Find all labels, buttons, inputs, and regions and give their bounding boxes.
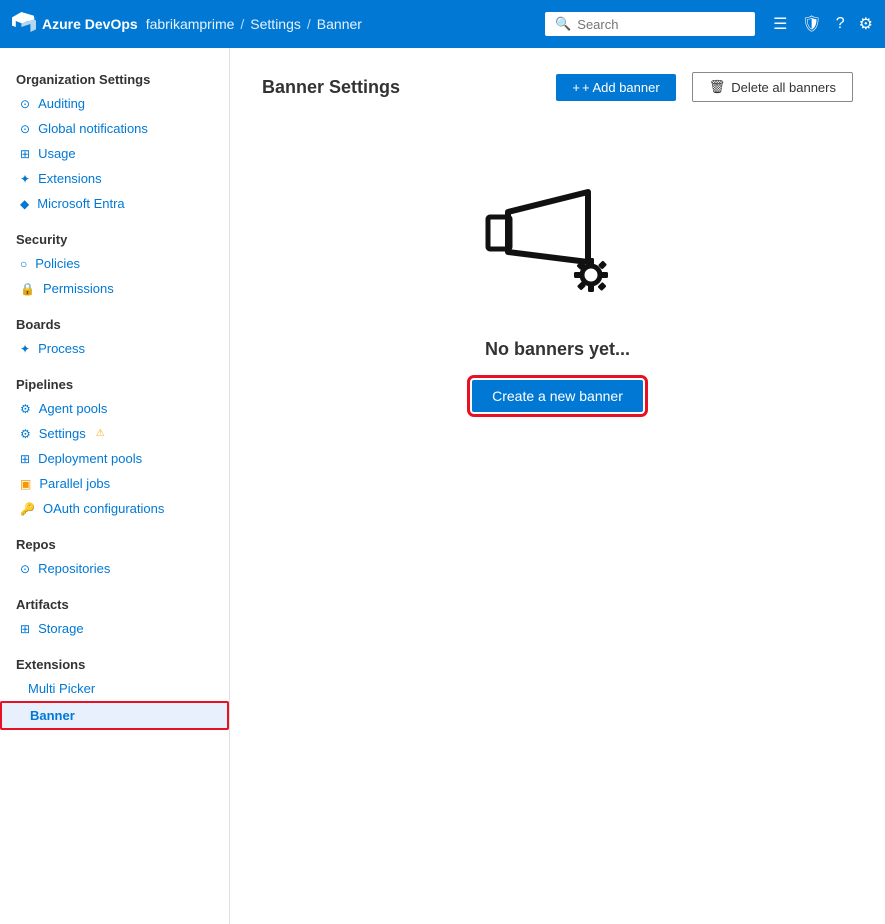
pipelines-section-title: Pipelines [0,367,229,396]
storage-icon: ⊞ [20,622,30,636]
policies-icon: ○ [20,257,27,271]
delete-all-banners-button[interactable]: 🗑 Delete all banners [692,72,853,102]
sidebar-item-usage[interactable]: ⊞ Usage [0,141,229,166]
artifacts-section-title: Artifacts [0,587,229,616]
sidebar-item-microsoft-entra[interactable]: ◆ Microsoft Entra [0,191,229,216]
sidebar: Organization Settings ⊙ Auditing ⊙ Globa… [0,48,230,924]
top-navigation: Azure DevOps fabrikamprime / Settings / … [0,0,885,48]
search-box[interactable]: 🔍 [545,12,755,36]
extensions-icon: ✦ [20,172,30,186]
boards-section-title: Boards [0,307,229,336]
auditing-icon: ⊙ [20,97,30,111]
banner-gear-illustration [478,182,638,312]
user-settings-icon[interactable]: ⚙ [859,14,873,34]
repositories-icon: ⊙ [20,562,30,576]
parallel-jobs-icon: ▣ [20,477,31,491]
empty-state-icon [478,182,638,315]
sidebar-item-settings[interactable]: ⚙ Settings ⚠ [0,421,229,446]
main-content: Banner Settings + + Add banner 🗑 Delete … [230,48,885,924]
menu-icon[interactable]: ☰ [773,14,787,34]
sidebar-item-extensions[interactable]: ✦ Extensions [0,166,229,191]
notifications-icon: ⊙ [20,122,30,136]
extensions-sub-section-title: Extensions [0,647,229,676]
permissions-icon: 🔒 [20,282,35,296]
usage-icon: ⊞ [20,147,30,161]
sidebar-item-permissions[interactable]: 🔒 Permissions [0,276,229,301]
azure-devops-logo-icon [12,12,36,36]
add-icon: + [572,80,580,95]
app-logo[interactable]: Azure DevOps [12,12,138,36]
sidebar-inner: Organization Settings ⊙ Auditing ⊙ Globa… [0,62,229,730]
help-icon[interactable]: ? [836,15,845,33]
sidebar-item-storage[interactable]: ⊞ Storage [0,616,229,641]
sidebar-item-parallel-jobs[interactable]: ▣ Parallel jobs [0,471,229,496]
sidebar-item-deployment-pools[interactable]: ⊞ Deployment pools [0,446,229,471]
sidebar-item-global-notifications[interactable]: ⊙ Global notifications [0,116,229,141]
main-layout: Organization Settings ⊙ Auditing ⊙ Globa… [0,48,885,924]
repos-section-title: Repos [0,527,229,556]
create-new-banner-button[interactable]: Create a new banner [472,380,643,412]
sidebar-item-policies[interactable]: ○ Policies [0,251,229,276]
entra-icon: ◆ [20,197,29,211]
empty-state: No banners yet... Create a new banner [262,182,853,412]
security-section-title: Security [0,222,229,251]
process-icon: ✦ [20,342,30,356]
shield-icon[interactable]: 🛡 [801,14,821,34]
breadcrumb: fabrikamprime / Settings / Banner [146,16,362,32]
sidebar-item-auditing[interactable]: ⊙ Auditing [0,91,229,116]
sidebar-item-oauth[interactable]: 🔑 OAuth configurations [0,496,229,521]
nav-icons: ☰ 🛡 ? ⚙ [773,14,873,34]
org-settings-title: Organization Settings [0,62,229,91]
settings-icon: ⚙ [20,427,31,441]
search-input[interactable] [577,17,745,32]
sidebar-item-process[interactable]: ✦ Process [0,336,229,361]
search-icon: 🔍 [555,16,571,32]
sidebar-item-repositories[interactable]: ⊙ Repositories [0,556,229,581]
sidebar-item-multi-picker[interactable]: Multi Picker [0,676,229,701]
add-banner-button[interactable]: + + Add banner [556,74,675,101]
deployment-pools-icon: ⊞ [20,452,30,466]
sidebar-item-agent-pools[interactable]: ⚙ Agent pools [0,396,229,421]
settings-warning-icon: ⚠ [96,428,105,439]
oauth-icon: 🔑 [20,502,35,516]
page-header: Banner Settings + + Add banner 🗑 Delete … [262,72,853,102]
trash-icon: 🗑 [709,79,726,95]
page-title: Banner Settings [262,77,540,98]
sidebar-item-banner[interactable]: Banner [0,701,229,730]
agent-pools-icon: ⚙ [20,402,31,416]
empty-state-title: No banners yet... [485,339,630,360]
